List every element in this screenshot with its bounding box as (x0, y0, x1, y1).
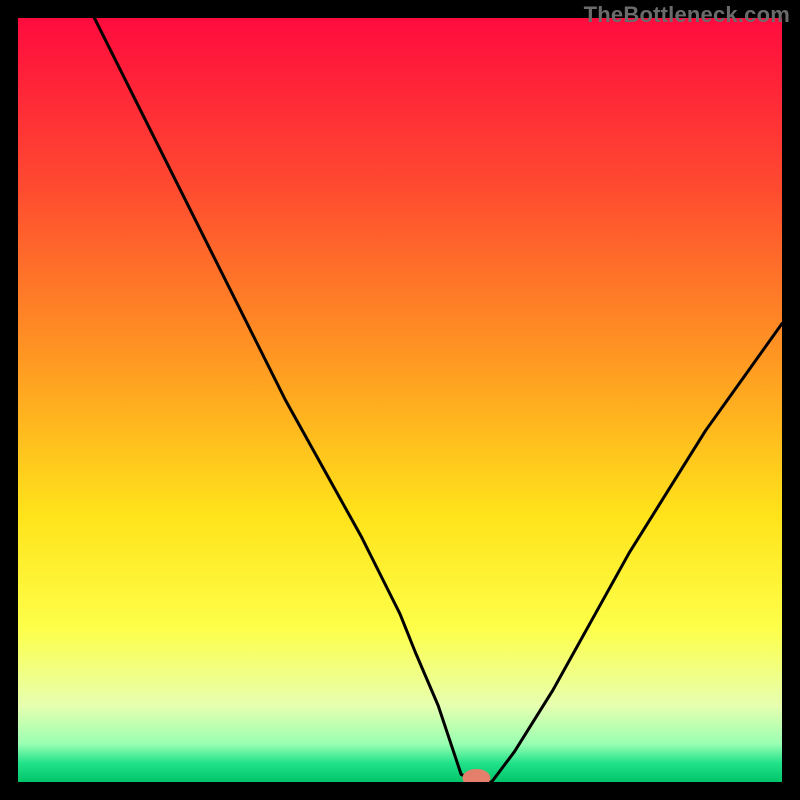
plot-area (18, 18, 782, 782)
bottleneck-chart (18, 18, 782, 782)
watermark-text: TheBottleneck.com (584, 2, 790, 28)
gradient-background (18, 18, 782, 782)
chart-frame: TheBottleneck.com (0, 0, 800, 800)
